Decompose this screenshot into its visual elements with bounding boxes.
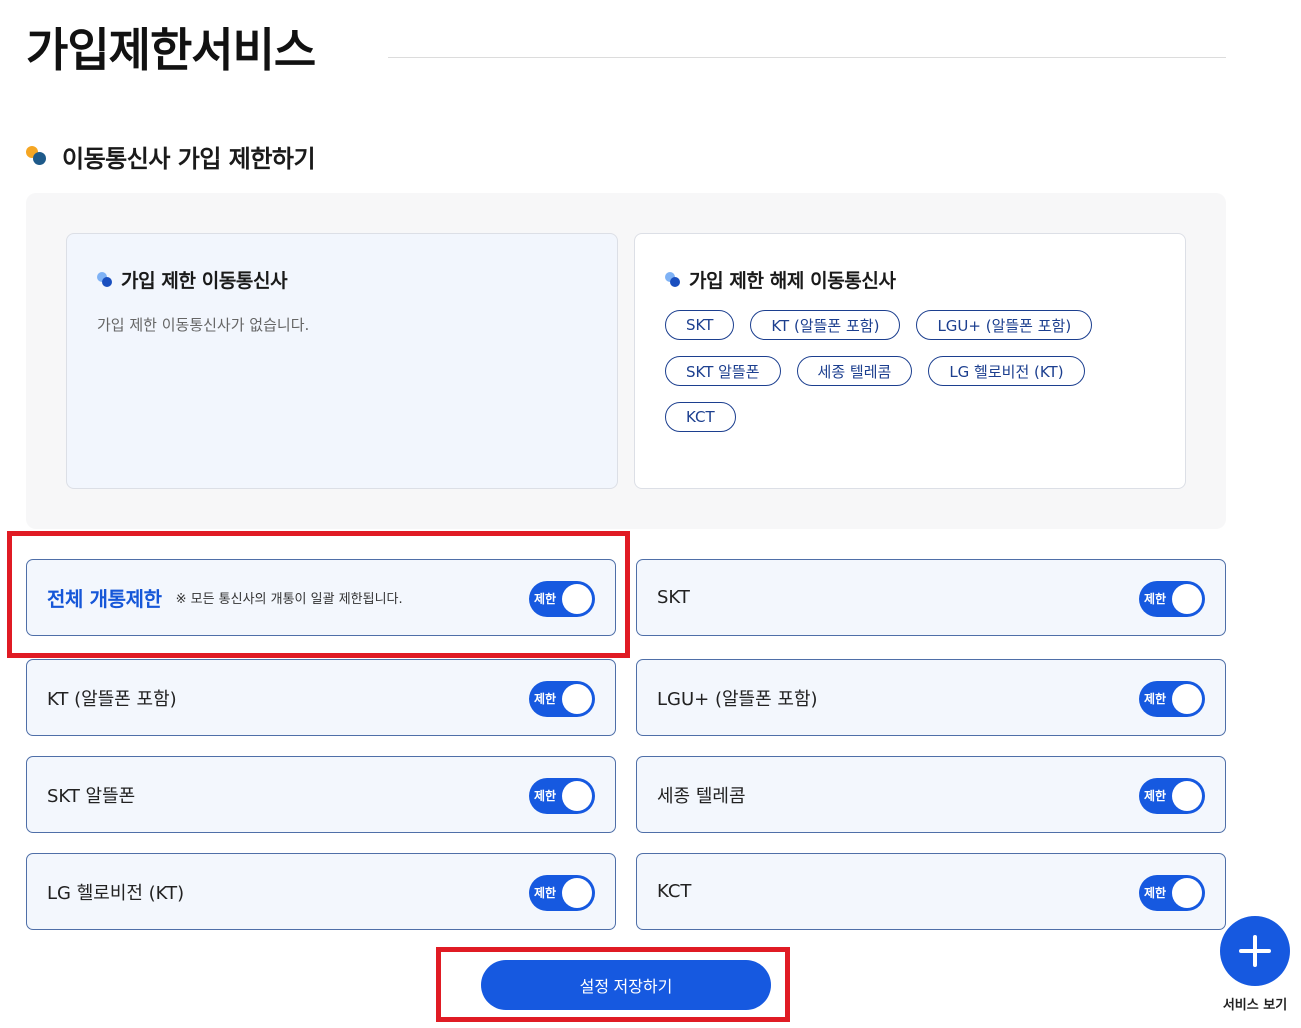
toggle-card-kct: KCT 제한 bbox=[636, 853, 1226, 930]
toggle-skt-label: SKT bbox=[657, 587, 690, 608]
switch-label: 제한 bbox=[534, 692, 557, 706]
restricted-carriers-panel: 가입 제한 이동통신사 가입 제한 이동통신사가 없습니다. bbox=[66, 233, 618, 489]
unrestricted-carriers-panel: 가입 제한 해제 이동통신사 SKT KT (알뜰폰 포함) LGU+ (알뜰폰… bbox=[634, 233, 1186, 489]
switch-label: 제한 bbox=[534, 789, 557, 803]
title-divider bbox=[388, 57, 1226, 58]
carrier-summary-box: 가입 제한 이동통신사 가입 제한 이동통신사가 없습니다. 가입 제한 해제 … bbox=[26, 193, 1226, 529]
save-settings-button[interactable]: 설정 저장하기 bbox=[481, 960, 771, 1010]
restrict-lg-hello-switch[interactable]: 제한 bbox=[529, 875, 595, 911]
restrict-kct-switch[interactable]: 제한 bbox=[1139, 875, 1205, 911]
toggle-sejong-label: 세종 텔레콤 bbox=[657, 785, 746, 807]
switch-label: 제한 bbox=[1144, 692, 1167, 706]
carrier-chip: SKT 알뜰폰 bbox=[665, 356, 781, 386]
restrict-sejong-switch[interactable]: 제한 bbox=[1139, 778, 1205, 814]
switch-knob bbox=[1172, 584, 1202, 614]
carrier-chip: KCT bbox=[665, 402, 736, 432]
section-title: 이동통신사 가입 제한하기 bbox=[62, 144, 316, 173]
switch-knob bbox=[562, 781, 592, 811]
toggle-card-lg-hello: LG 헬로비전 (KT) 제한 bbox=[26, 853, 616, 930]
switch-knob bbox=[1172, 781, 1202, 811]
page-title: 가입제한서비스 bbox=[26, 23, 316, 77]
toggle-kct-label: KCT bbox=[657, 881, 692, 902]
restricted-panel-header: 가입 제한 이동통신사 bbox=[97, 266, 288, 293]
toggle-kt-label: KT (알뜰폰 포함) bbox=[47, 688, 177, 710]
bullet-dots-icon bbox=[665, 271, 683, 289]
restricted-empty-text: 가입 제한 이동통신사가 없습니다. bbox=[97, 316, 310, 334]
switch-label: 제한 bbox=[534, 886, 557, 900]
switch-label: 제한 bbox=[1144, 886, 1167, 900]
carrier-chip: LG 헬로비전 (KT) bbox=[928, 356, 1085, 386]
restrict-skt-mvno-switch[interactable]: 제한 bbox=[529, 778, 595, 814]
service-view-button[interactable] bbox=[1220, 916, 1290, 986]
switch-knob bbox=[1172, 684, 1202, 714]
switch-knob bbox=[562, 878, 592, 908]
restricted-panel-title: 가입 제한 이동통신사 bbox=[121, 270, 288, 292]
switch-label: 제한 bbox=[1144, 789, 1167, 803]
unrestricted-panel-title: 가입 제한 해제 이동통신사 bbox=[689, 270, 896, 292]
toggle-card-skt-mvno: SKT 알뜰폰 제한 bbox=[26, 756, 616, 833]
service-view-label: 서비스 보기 bbox=[1222, 998, 1288, 1013]
bullet-dots-icon bbox=[97, 271, 115, 289]
toggle-lgu-label: LGU+ (알뜰폰 포함) bbox=[657, 688, 818, 710]
switch-knob bbox=[1172, 878, 1202, 908]
restrict-lgu-switch[interactable]: 제한 bbox=[1139, 681, 1205, 717]
carrier-chip: 세종 텔레콤 bbox=[796, 356, 913, 386]
carrier-chip-list: SKT KT (알뜰폰 포함) LGU+ (알뜰폰 포함) SKT 알뜰폰 세종… bbox=[665, 310, 1165, 432]
unrestricted-panel-header: 가입 제한 해제 이동통신사 bbox=[665, 266, 896, 293]
section-header: 이동통신사 가입 제한하기 bbox=[26, 140, 316, 173]
toggle-skt-mvno-label: SKT 알뜰폰 bbox=[47, 785, 136, 807]
toggle-card-kt: KT (알뜰폰 포함) 제한 bbox=[26, 659, 616, 736]
toggle-card-sejong: 세종 텔레콤 제한 bbox=[636, 756, 1226, 833]
carrier-chip: SKT bbox=[665, 310, 735, 340]
carrier-chip: LGU+ (알뜰폰 포함) bbox=[916, 310, 1093, 340]
toggle-card-lgu: LGU+ (알뜰폰 포함) 제한 bbox=[636, 659, 1226, 736]
toggle-lg-hello-label: LG 헬로비전 (KT) bbox=[47, 882, 185, 904]
toggle-card-skt: SKT 제한 bbox=[636, 559, 1226, 636]
carrier-chip: KT (알뜰폰 포함) bbox=[750, 310, 901, 340]
bullet-dots-icon bbox=[26, 144, 50, 168]
switch-label: 제한 bbox=[1144, 592, 1167, 606]
restrict-kt-switch[interactable]: 제한 bbox=[529, 681, 595, 717]
switch-knob bbox=[562, 684, 592, 714]
highlight-box-all-toggle bbox=[7, 531, 630, 658]
restrict-skt-switch[interactable]: 제한 bbox=[1139, 581, 1205, 617]
